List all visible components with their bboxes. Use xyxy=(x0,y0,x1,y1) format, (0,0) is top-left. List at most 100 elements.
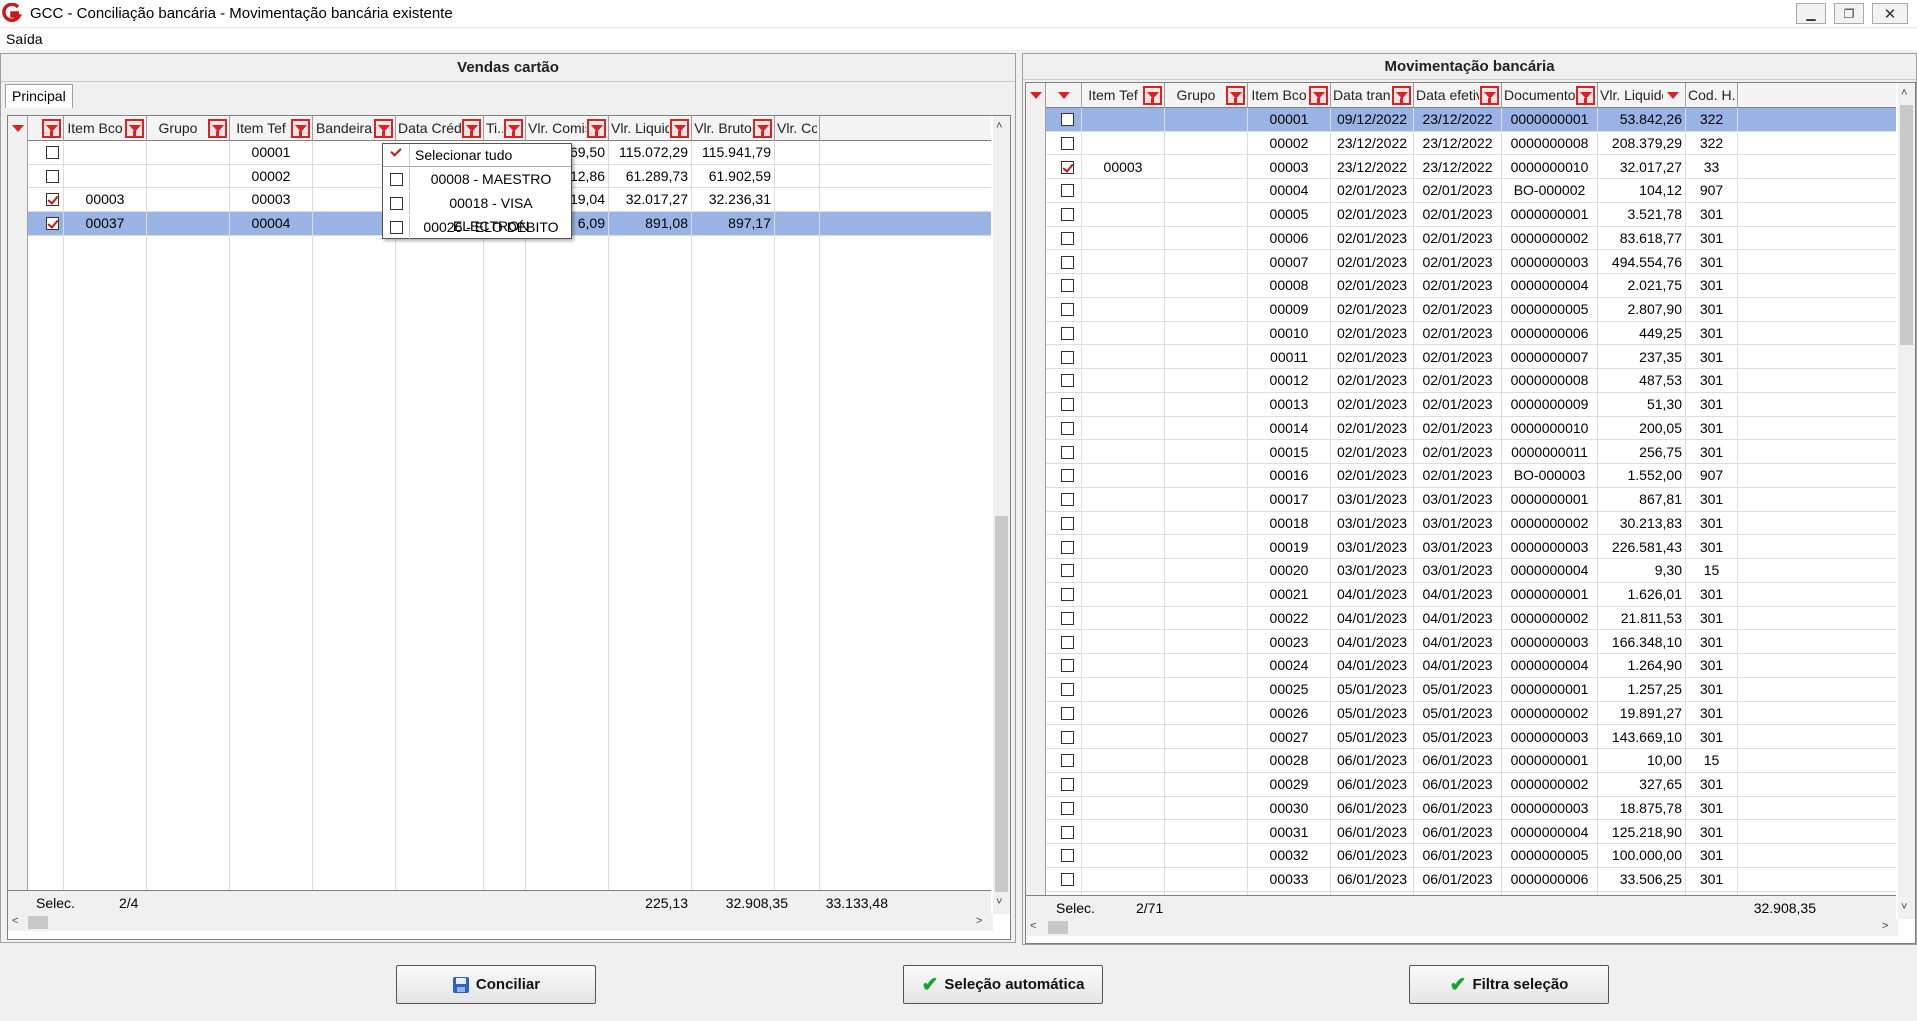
table-row[interactable]: 00027 05/01/2023 05/01/2023 0000000003 143.6… xyxy=(1026,725,1896,750)
column-filter-button[interactable] xyxy=(1480,86,1499,105)
column-filter-button[interactable] xyxy=(208,119,227,138)
table-row[interactable]: 00008 02/01/2023 02/01/2023 0000000004 2.021… xyxy=(1026,274,1896,298)
table-row[interactable]: 00031 06/01/2023 06/01/2023 0000000004 125.2… xyxy=(1026,820,1896,845)
row-checkbox[interactable] xyxy=(1061,801,1074,815)
table-row[interactable]: 00030 06/01/2023 06/01/2023 0000000003 18.87… xyxy=(1026,796,1896,821)
column-header[interactable]: Grupo xyxy=(147,116,230,141)
table-row[interactable]: 00028 06/01/2023 06/01/2023 0000000001 10,00… xyxy=(1026,749,1896,773)
column-header[interactable]: Data efetiva xyxy=(1414,83,1502,108)
horizontal-scrollbar[interactable]: ˂ ˃ xyxy=(1026,919,1898,936)
option-checkbox[interactable] xyxy=(390,221,403,234)
scroll-thumb[interactable] xyxy=(1048,921,1068,934)
column-header[interactable]: Data Crédito xyxy=(396,116,484,141)
table-row[interactable]: 00003 00003 23/12/2022 23/12/2022 0000000010… xyxy=(1026,155,1896,180)
row-checkbox[interactable] xyxy=(1061,445,1074,459)
table-row[interactable]: 00004 02/01/2023 02/01/2023 BO-000002 104,12… xyxy=(1026,179,1896,203)
movimentacao-grid[interactable]: Item Tef Grupo Item Bco Data transa... Data … xyxy=(1025,82,1916,944)
select-filter-button[interactable] xyxy=(42,119,61,138)
scroll-thumb[interactable] xyxy=(995,516,1008,892)
row-checkbox[interactable] xyxy=(1061,136,1074,150)
option-checkbox[interactable] xyxy=(390,173,403,186)
table-row[interactable]: 00020 03/01/2023 03/01/2023 0000000004 9,30 1… xyxy=(1026,559,1896,583)
table-row[interactable]: 00025 05/01/2023 05/01/2023 0000000001 1.257… xyxy=(1026,678,1896,702)
column-header[interactable]: Item Bco xyxy=(64,116,147,141)
row-checkbox[interactable] xyxy=(1061,754,1074,768)
vertical-scrollbar[interactable]: ˄ ˅ xyxy=(993,116,1010,914)
table-row[interactable]: 00014 02/01/2023 02/01/2023 0000000010 200,0… xyxy=(1026,416,1896,441)
row-checkbox[interactable] xyxy=(1061,374,1074,388)
row-checkbox[interactable] xyxy=(1061,540,1074,554)
row-checkbox[interactable] xyxy=(1061,279,1074,293)
row-checkbox[interactable] xyxy=(1061,326,1074,340)
option-checkbox[interactable] xyxy=(390,197,403,210)
table-row[interactable]: 00016 02/01/2023 02/01/2023 BO-000003 1.552,… xyxy=(1026,464,1896,488)
filter-option[interactable]: 00026 - ELO DÉBITO xyxy=(383,216,571,239)
table-row[interactable]: 00033 06/01/2023 06/01/2023 0000000006 33.50… xyxy=(1026,868,1896,892)
row-checkbox[interactable] xyxy=(1061,255,1074,269)
table-row[interactable]: 00005 02/01/2023 02/01/2023 0000000001 3.521… xyxy=(1026,203,1896,227)
restore-button[interactable]: ❐ xyxy=(1834,3,1864,24)
scroll-thumb[interactable] xyxy=(28,916,48,929)
column-filter-button[interactable] xyxy=(670,119,689,138)
table-row[interactable]: 00021 04/01/2023 04/01/2023 0000000001 1.626… xyxy=(1026,583,1896,607)
select-column-header[interactable] xyxy=(1046,83,1082,108)
scroll-down-icon[interactable]: ˅ xyxy=(996,896,1002,908)
table-row[interactable]: 00012 02/01/2023 02/01/2023 0000000008 487,5… xyxy=(1026,369,1896,393)
column-header[interactable]: Vlr. Liquido xyxy=(609,116,692,141)
table-row[interactable]: 00002 23/12/2022 23/12/2022 0000000008 208.3… xyxy=(1026,131,1896,156)
table-row[interactable]: 00006 02/01/2023 02/01/2023 0000000002 83.61… xyxy=(1026,226,1896,251)
column-header[interactable]: Item Tef xyxy=(1082,83,1165,108)
filter-option[interactable]: Selecionar tudo xyxy=(383,144,571,167)
column-header[interactable]: Bandeira xyxy=(313,116,396,141)
scroll-right-icon[interactable]: ˃ xyxy=(976,915,982,927)
scroll-left-icon[interactable]: ˂ xyxy=(12,915,18,927)
select-column-header[interactable] xyxy=(28,116,64,141)
row-checkbox[interactable] xyxy=(1061,706,1074,720)
table-row[interactable]: 00019 03/01/2023 03/01/2023 0000000003 226.5… xyxy=(1026,535,1896,560)
row-checkbox[interactable] xyxy=(1061,160,1074,174)
tab-principal[interactable]: Principal xyxy=(5,84,73,108)
row-checkbox[interactable] xyxy=(1061,208,1074,221)
row-checkbox[interactable] xyxy=(1061,421,1074,435)
table-row[interactable]: 00015 02/01/2023 02/01/2023 0000000011 256,7… xyxy=(1026,440,1896,465)
table-row[interactable]: 00007 02/01/2023 02/01/2023 0000000003 494.5… xyxy=(1026,250,1896,275)
row-checkbox[interactable] xyxy=(46,146,59,159)
table-row[interactable]: 00022 04/01/2023 04/01/2023 0000000002 21.81… xyxy=(1026,606,1896,631)
row-checkbox[interactable] xyxy=(1061,873,1074,886)
table-row[interactable]: 00018 03/01/2023 03/01/2023 0000000002 30.21… xyxy=(1026,511,1896,536)
row-checkbox[interactable] xyxy=(1061,231,1074,245)
row-checkbox[interactable] xyxy=(1061,778,1074,791)
column-filter-button[interactable] xyxy=(1392,86,1411,105)
filter-option[interactable]: 00008 - MAESTRO xyxy=(383,168,571,191)
row-checkbox[interactable] xyxy=(1061,516,1074,530)
column-header[interactable]: Grupo xyxy=(1165,83,1248,108)
table-row[interactable]: 00032 06/01/2023 06/01/2023 0000000005 100.0… xyxy=(1026,844,1896,868)
column-header[interactable]: Item Bco xyxy=(1248,83,1331,108)
row-checkbox[interactable] xyxy=(1061,825,1074,839)
row-checkbox[interactable] xyxy=(1061,350,1074,364)
column-header[interactable]: Vlr. Bruto xyxy=(692,116,775,141)
table-row[interactable]: 00026 05/01/2023 05/01/2023 0000000002 19.89… xyxy=(1026,701,1896,726)
table-row[interactable]: 00001 09/12/2022 23/12/2022 0000000001 53.84… xyxy=(1026,108,1896,132)
row-checkbox[interactable] xyxy=(46,169,59,183)
table-row[interactable]: 00010 02/01/2023 02/01/2023 0000000006 449,2… xyxy=(1026,321,1896,346)
filter-option[interactable]: 00018 - VISA ELECTRON xyxy=(383,192,571,234)
table-row[interactable]: 00017 03/01/2023 03/01/2023 0000000001 867,8… xyxy=(1026,488,1896,512)
row-checkbox[interactable] xyxy=(1061,113,1074,126)
scroll-left-icon[interactable]: ˂ xyxy=(1030,920,1036,932)
scroll-right-icon[interactable]: ˃ xyxy=(1882,920,1888,932)
row-checkbox[interactable] xyxy=(46,193,59,207)
column-header[interactable]: Vlr. Liquido xyxy=(1598,83,1686,108)
scroll-down-icon[interactable]: ˅ xyxy=(1901,901,1907,913)
bandeira-filter-dropdown[interactable]: Selecionar tudo 00008 - MAESTRO 00018 - VI… xyxy=(382,143,572,239)
menu-item-saida[interactable]: Saída xyxy=(6,31,43,47)
column-filter-button[interactable] xyxy=(374,119,393,138)
row-checkbox[interactable] xyxy=(1061,635,1074,649)
column-filter-button[interactable] xyxy=(1576,86,1595,105)
table-row[interactable]: 00024 04/01/2023 04/01/2023 0000000004 1.264… xyxy=(1026,654,1896,678)
column-header[interactable]: Ti... xyxy=(484,116,526,141)
column-filter-button[interactable] xyxy=(462,119,481,138)
scroll-up-icon[interactable]: ˄ xyxy=(1901,87,1907,99)
table-row[interactable]: 00023 04/01/2023 04/01/2023 0000000003 166.3… xyxy=(1026,630,1896,655)
column-filter-button[interactable] xyxy=(291,119,310,138)
